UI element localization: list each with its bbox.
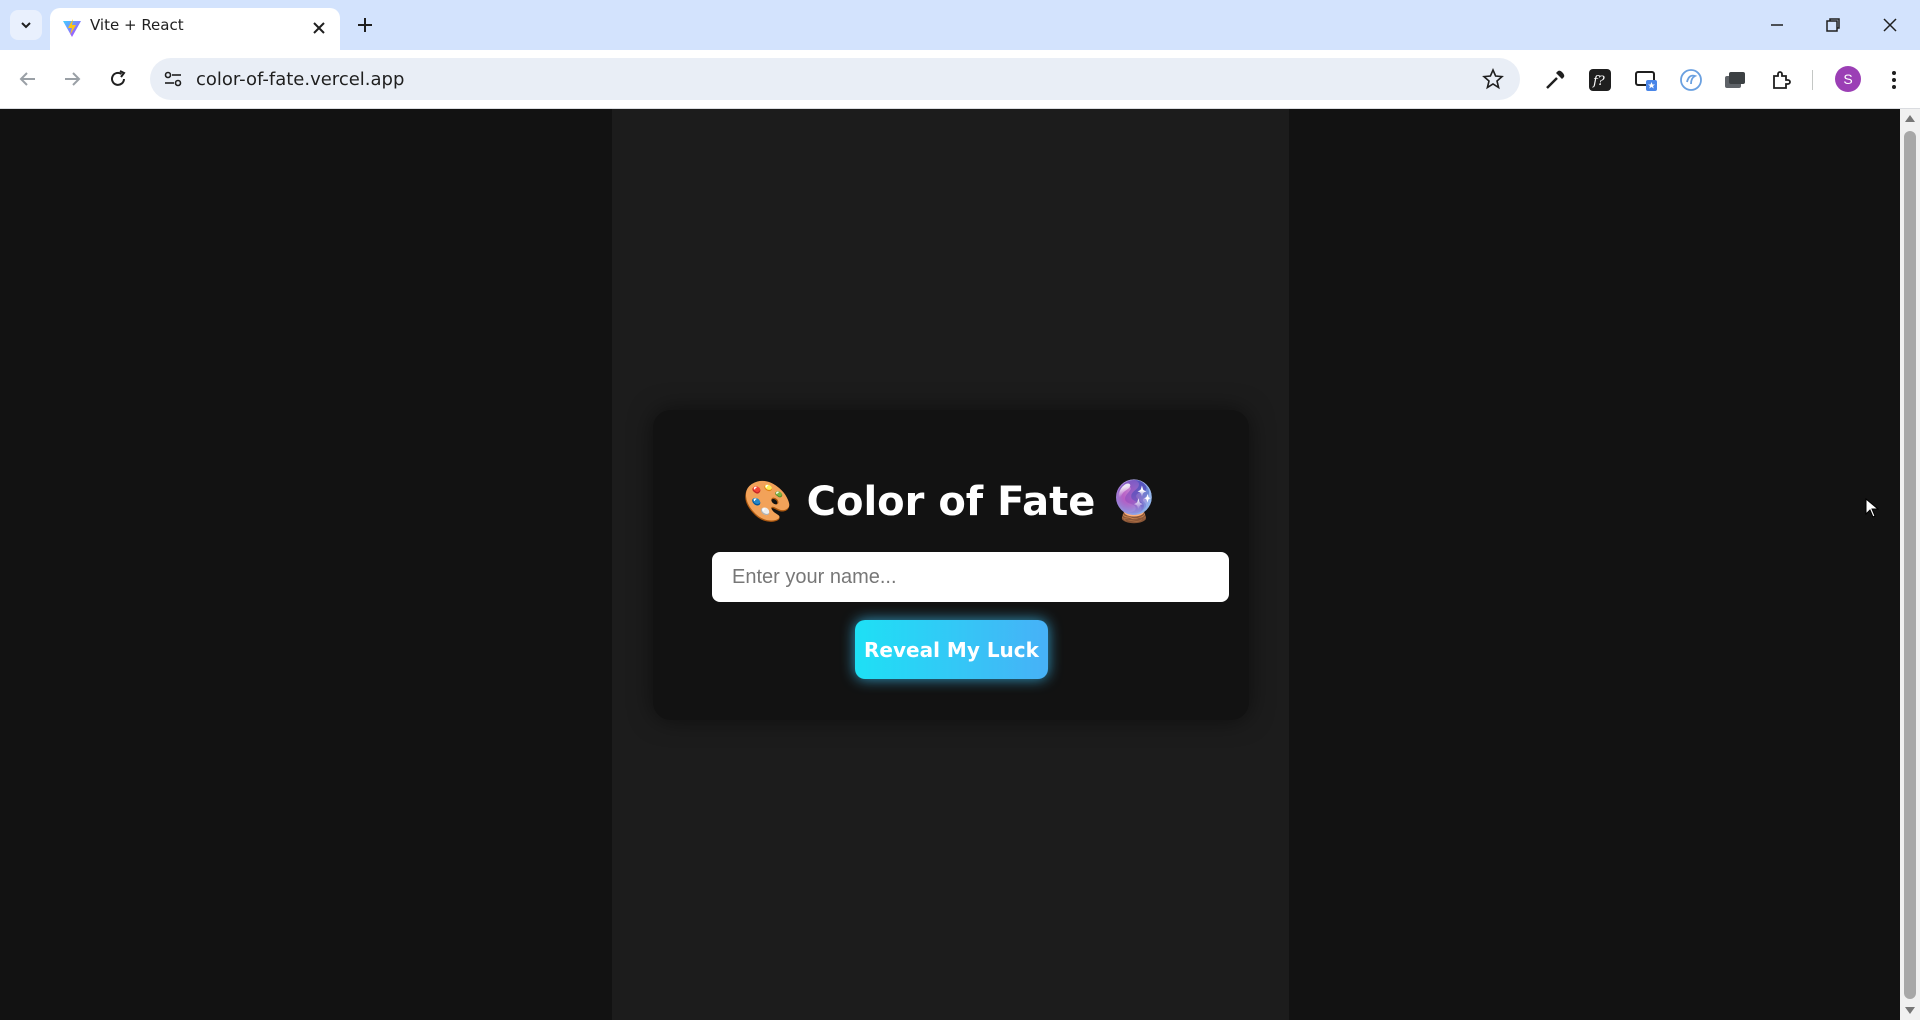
page-viewport: 🎨 Color of Fate 🔮 Reveal My Luck: [0, 109, 1900, 1020]
browser-toolbar: color-of-fate.vercel.app f?: [0, 50, 1920, 109]
back-arrow-icon[interactable]: [16, 67, 40, 91]
name-input[interactable]: [712, 552, 1229, 602]
swirl-extension-icon[interactable]: [1679, 68, 1703, 92]
vertical-scrollbar[interactable]: [1900, 109, 1920, 1020]
vite-logo-icon: [63, 19, 81, 37]
formula-extension-icon[interactable]: f?: [1588, 68, 1612, 92]
eyedropper-extension-icon[interactable]: [1543, 68, 1567, 92]
svg-text:f?: f?: [1592, 74, 1606, 89]
minimize-icon[interactable]: [1766, 14, 1788, 36]
restore-icon[interactable]: [1822, 14, 1844, 36]
close-icon[interactable]: [310, 19, 328, 37]
screens-extension-icon[interactable]: [1723, 68, 1747, 92]
tab-title: Vite + React: [90, 16, 184, 34]
reveal-my-luck-button[interactable]: Reveal My Luck: [855, 620, 1048, 679]
mouse-cursor-icon: [1865, 498, 1879, 518]
site-settings-icon[interactable]: [162, 68, 184, 90]
bookmark-star-icon[interactable]: [1482, 68, 1504, 90]
scroll-down-arrow-icon[interactable]: [1904, 1006, 1916, 1016]
new-tab-icon[interactable]: [354, 14, 376, 36]
cast-extension-icon[interactable]: [1634, 68, 1658, 92]
scrollbar-thumb[interactable]: [1904, 131, 1916, 999]
chevron-down-icon: [21, 22, 31, 29]
url-text[interactable]: color-of-fate.vercel.app: [196, 69, 404, 90]
address-bar[interactable]: color-of-fate.vercel.app: [150, 58, 1520, 100]
app-column: 🎨 Color of Fate 🔮 Reveal My Luck: [612, 109, 1289, 1020]
more-menu-icon[interactable]: [1882, 68, 1906, 92]
page-title: 🎨 Color of Fate 🔮: [742, 479, 1160, 525]
tab-strip: Vite + React: [0, 0, 1920, 50]
tab-search-button[interactable]: [10, 10, 42, 40]
extensions-puzzle-icon[interactable]: [1770, 68, 1794, 92]
close-window-icon[interactable]: [1879, 14, 1901, 36]
reload-icon[interactable]: [106, 67, 130, 91]
browser-tab[interactable]: Vite + React: [50, 8, 340, 50]
scroll-up-arrow-icon[interactable]: [1904, 113, 1916, 123]
forward-arrow-icon[interactable]: [60, 67, 84, 91]
toolbar-divider: [1812, 70, 1813, 90]
fate-card: 🎨 Color of Fate 🔮 Reveal My Luck: [653, 410, 1249, 720]
profile-avatar[interactable]: S: [1835, 66, 1861, 92]
